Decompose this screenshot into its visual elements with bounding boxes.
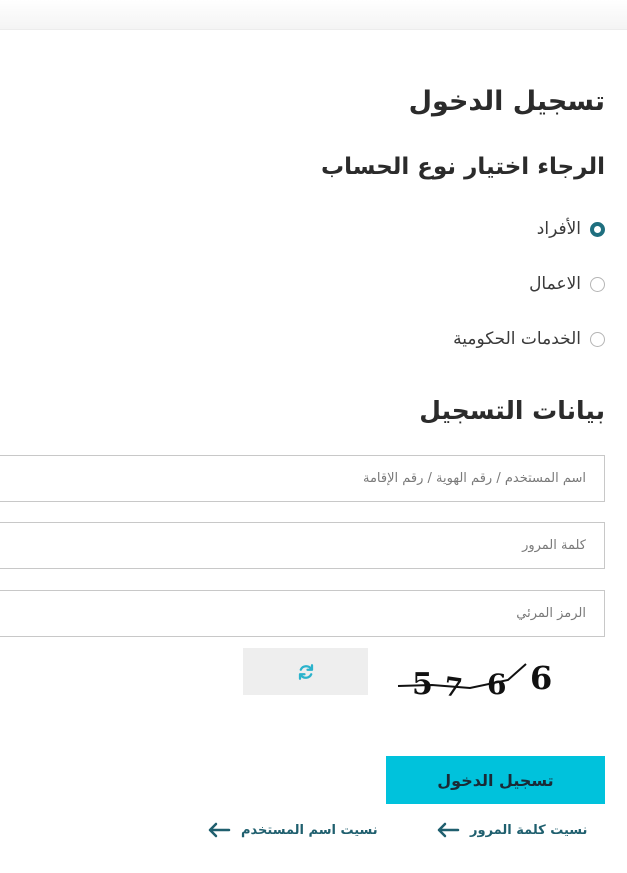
- captcha-image: 5 7 6 6: [397, 659, 552, 700]
- top-bar: [0, 0, 627, 30]
- radio-label-individuals: الأفراد: [536, 219, 581, 239]
- arrow-left-icon: [208, 822, 231, 838]
- forgot-username-link[interactable]: نسيت اسم المستخدم: [207, 822, 378, 838]
- password-input[interactable]: [0, 522, 605, 569]
- radio-government[interactable]: الخدمات الحكومية: [453, 329, 605, 349]
- refresh-icon: [298, 663, 313, 680]
- account-type-title: الرجاء اختيار نوع الحساب: [321, 154, 605, 180]
- radio-unchecked-icon[interactable]: [590, 276, 605, 292]
- forgot-password-label: نسيت كلمة المرور: [470, 822, 588, 838]
- svg-text:6: 6: [530, 659, 552, 697]
- radio-business[interactable]: الاعمال: [529, 274, 605, 294]
- radio-checked-icon[interactable]: [590, 221, 605, 237]
- refresh-captcha-button[interactable]: [243, 648, 368, 695]
- radio-label-business: الاعمال: [529, 274, 581, 294]
- svg-text:5: 5: [412, 667, 433, 700]
- username-input[interactable]: [0, 455, 605, 502]
- registration-title: بيانات التسجيل: [419, 396, 605, 425]
- forgot-username-label: نسيت اسم المستخدم: [241, 822, 378, 838]
- arrow-left-icon: [437, 822, 460, 838]
- captcha-input[interactable]: [0, 590, 605, 637]
- login-submit-button[interactable]: تسجيل الدخول: [386, 756, 605, 804]
- radio-individuals[interactable]: الأفراد: [537, 219, 605, 239]
- radio-label-government: الخدمات الحكومية: [453, 329, 581, 349]
- radio-unchecked-icon[interactable]: [590, 331, 605, 347]
- forgot-password-link[interactable]: نسيت كلمة المرور: [436, 822, 587, 838]
- page-title: تسجيل الدخول: [408, 86, 605, 117]
